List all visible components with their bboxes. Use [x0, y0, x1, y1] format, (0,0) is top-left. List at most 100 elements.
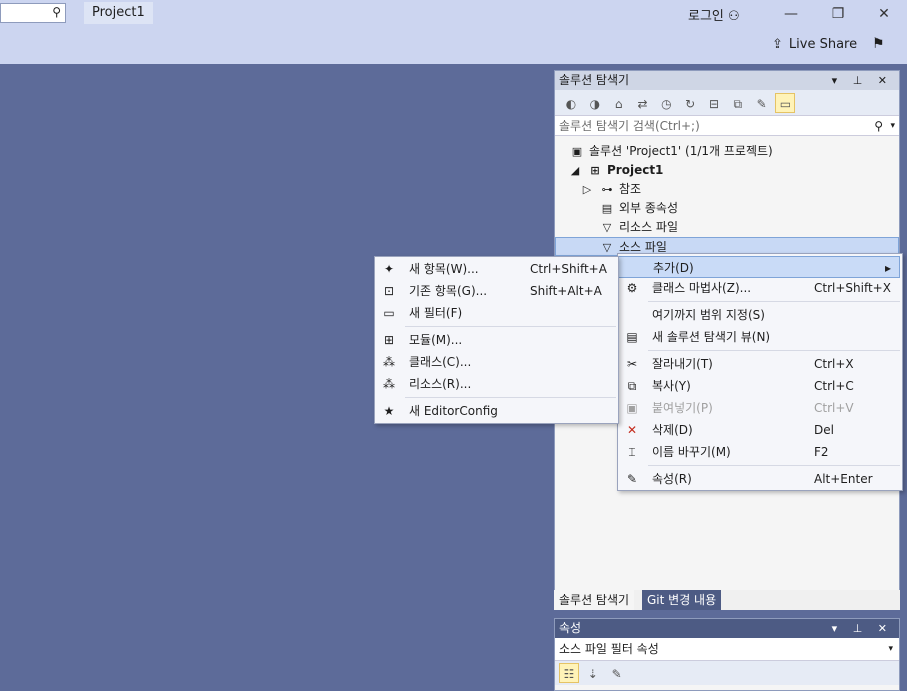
new-filter-icon: ▭ [383, 306, 395, 320]
pending-changes-icon[interactable]: ◷ [656, 94, 676, 114]
menu-item-cut[interactable]: ✂ 잘라내기(T) Ctrl+X [618, 353, 902, 375]
menu-label: 모듈(M)... [409, 333, 463, 347]
delete-icon: ✕ [626, 423, 638, 437]
switch-views-icon[interactable]: ⇄ [632, 94, 652, 114]
menu-item-delete[interactable]: ✕ 삭제(D) Del [618, 419, 902, 441]
tab-git-changes[interactable]: Git 변경 내용 [642, 590, 722, 610]
tree-label: 참조 [619, 182, 642, 196]
menu-label: 클래스(C)... [409, 355, 472, 369]
title-bar: ⚲ Project1 로그인 ⚇ — ❐ ✕ [0, 0, 907, 28]
tree-label: 외부 종속성 [619, 201, 679, 215]
live-share-label: Live Share [788, 37, 858, 52]
chevron-down-icon: ▾ [888, 644, 893, 654]
menu-label: 이름 바꾸기(M) [652, 445, 731, 459]
tree-item-resource-files[interactable]: ▽ 리소스 파일 [555, 218, 899, 237]
solution-explorer-tabs: 솔루션 탐색기 Git 변경 내용 [554, 590, 900, 610]
menu-item-existing-item[interactable]: ⊡ 기존 항목(G)... Shift+Alt+A [375, 280, 618, 302]
command-bar: ⇪ Live Share ⚑ [0, 28, 907, 64]
search-input[interactable]: ⚲ [0, 3, 66, 23]
tab-solution-explorer[interactable]: 솔루션 탐색기 [554, 590, 635, 610]
menu-item-new-view[interactable]: ▤ 새 솔루션 탐색기 뷰(N) [618, 326, 902, 348]
menu-label: 클래스 마법사(Z)... [652, 281, 752, 295]
login-label: 로그인 [688, 9, 724, 24]
menu-item-resource[interactable]: ⁂ 리소스(R)... [375, 373, 618, 395]
tree-label: Project1 [607, 163, 664, 177]
menu-item-properties[interactable]: ✎ 속성(R) Alt+Enter [618, 468, 902, 490]
wrench-icon: ✎ [626, 472, 638, 486]
new-item-icon: ✦ [383, 262, 395, 276]
context-menu: 추가(D) ▸ ⚙ 클래스 마법사(Z)... Ctrl+Shift+X 여기까… [617, 253, 903, 491]
restore-button[interactable]: ❐ [828, 4, 848, 24]
expanded-arrow-icon: ◢ [570, 164, 580, 177]
alphabetical-icon[interactable]: ⇣ [583, 664, 603, 684]
collapse-all-icon[interactable]: ⊟ [704, 94, 724, 114]
wrench-icon[interactable]: ✎ [607, 664, 627, 684]
tree-label: 소스 파일 [619, 240, 667, 254]
search-placeholder: 솔루션 탐색기 검색(Ctrl+;) [559, 119, 700, 133]
menu-item-new-filter[interactable]: ▭ 새 필터(F) [375, 302, 618, 324]
home-icon[interactable]: ⌂ [609, 94, 629, 114]
categorized-icon[interactable]: ☷ [559, 663, 579, 683]
filter-folder-icon: ▽ [602, 241, 612, 254]
menu-shortcut: Ctrl+Shift+X [814, 281, 891, 295]
minimize-button[interactable]: — [781, 4, 801, 24]
menu-separator [405, 326, 616, 327]
class-wizard-icon: ⚙ [626, 281, 638, 295]
menu-shortcut: Alt+Enter [814, 472, 873, 486]
search-icon: ⚲ [52, 5, 61, 19]
search-icon: ⚲ [874, 119, 883, 133]
menu-shortcut: F2 [814, 445, 829, 459]
menu-item-new-item[interactable]: ✦ 새 항목(W)... Ctrl+Shift+A [375, 258, 618, 280]
class-icon: ⁂ [383, 355, 395, 369]
close-button[interactable]: ✕ [874, 4, 894, 24]
solution-explorer-header: 솔루션 탐색기 ▾ ⊥ ✕ [555, 71, 899, 90]
menu-label: 새 필터(F) [409, 306, 463, 320]
tree-label: 솔루션 'Project1' (1/1개 프로젝트) [589, 144, 773, 158]
external-deps-icon: ▤ [601, 202, 613, 215]
menu-item-editorconfig[interactable]: ★ 새 EditorConfig [375, 400, 618, 422]
menu-item-module[interactable]: ⊞ 모듈(M)... [375, 329, 618, 351]
menu-item-paste: ▣ 붙여넣기(P) Ctrl+V [618, 397, 902, 419]
live-share-button[interactable]: ⇪ Live Share [772, 37, 857, 52]
preview-selected-icon[interactable]: ▭ [775, 93, 796, 113]
menu-shortcut: Del [814, 423, 834, 437]
tree-label: 리소스 파일 [619, 220, 679, 234]
tree-item-references[interactable]: ▷ ⊶ 참조 [555, 180, 899, 199]
menu-separator [648, 465, 900, 466]
sync-icon[interactable]: ↻ [680, 94, 700, 114]
back-icon[interactable]: ◐ [561, 94, 581, 114]
menu-item-copy[interactable]: ⧉ 복사(Y) Ctrl+C [618, 375, 902, 397]
menu-shortcut: Ctrl+Shift+A [530, 262, 607, 276]
properties-toolbar: ☷ ⇣ ✎ [555, 661, 899, 685]
forward-icon[interactable]: ◑ [585, 94, 605, 114]
person-add-icon: ⚇ [728, 9, 740, 24]
menu-label: 새 EditorConfig [409, 404, 498, 418]
panel-header-icons[interactable]: ▾ ⊥ ✕ [832, 71, 893, 90]
tree-item-project[interactable]: ◢ ⊞ Project1 [555, 161, 899, 180]
solution-search-input[interactable]: 솔루션 탐색기 검색(Ctrl+;) ⚲ ▾ [555, 116, 899, 136]
chevron-down-icon[interactable]: ▾ [890, 116, 895, 136]
new-view-icon: ▤ [626, 330, 638, 344]
feedback-icon[interactable]: ⚑ [872, 36, 885, 52]
tree-item-solution[interactable]: ▣ 솔루션 'Project1' (1/1개 프로젝트) [555, 142, 899, 161]
show-all-files-icon[interactable]: ⧉ [728, 94, 748, 114]
project-title[interactable]: Project1 [84, 2, 153, 24]
resource-icon: ⁂ [383, 377, 395, 391]
panel-header-icons[interactable]: ▾ ⊥ ✕ [832, 619, 893, 638]
menu-item-add[interactable]: 추가(D) ▸ [618, 256, 900, 278]
selected-object: 소스 파일 필터 속성 [559, 642, 659, 656]
editorconfig-icon: ★ [383, 404, 395, 418]
add-submenu: ✦ 새 항목(W)... Ctrl+Shift+A ⊡ 기존 항목(G)... … [374, 256, 619, 424]
panel-title: 솔루션 탐색기 [559, 73, 630, 87]
menu-item-class-wizard[interactable]: ⚙ 클래스 마법사(Z)... Ctrl+Shift+X [618, 277, 902, 299]
properties-object-select[interactable]: 소스 파일 필터 속성 ▾ [555, 638, 899, 661]
tree-item-external-deps[interactable]: ▤ 외부 종속성 [555, 199, 899, 218]
login-button[interactable]: 로그인 ⚇ [688, 5, 740, 24]
solution-icon: ▣ [571, 145, 583, 158]
menu-item-class[interactable]: ⁂ 클래스(C)... [375, 351, 618, 373]
menu-item-scope-to-this[interactable]: 여기까지 범위 지정(S) [618, 304, 902, 326]
menu-label: 붙여넣기(P) [652, 401, 713, 415]
menu-item-rename[interactable]: ⌶ 이름 바꾸기(M) F2 [618, 441, 902, 463]
filter-folder-icon: ▽ [602, 221, 612, 234]
wrench-icon[interactable]: ✎ [752, 94, 772, 114]
